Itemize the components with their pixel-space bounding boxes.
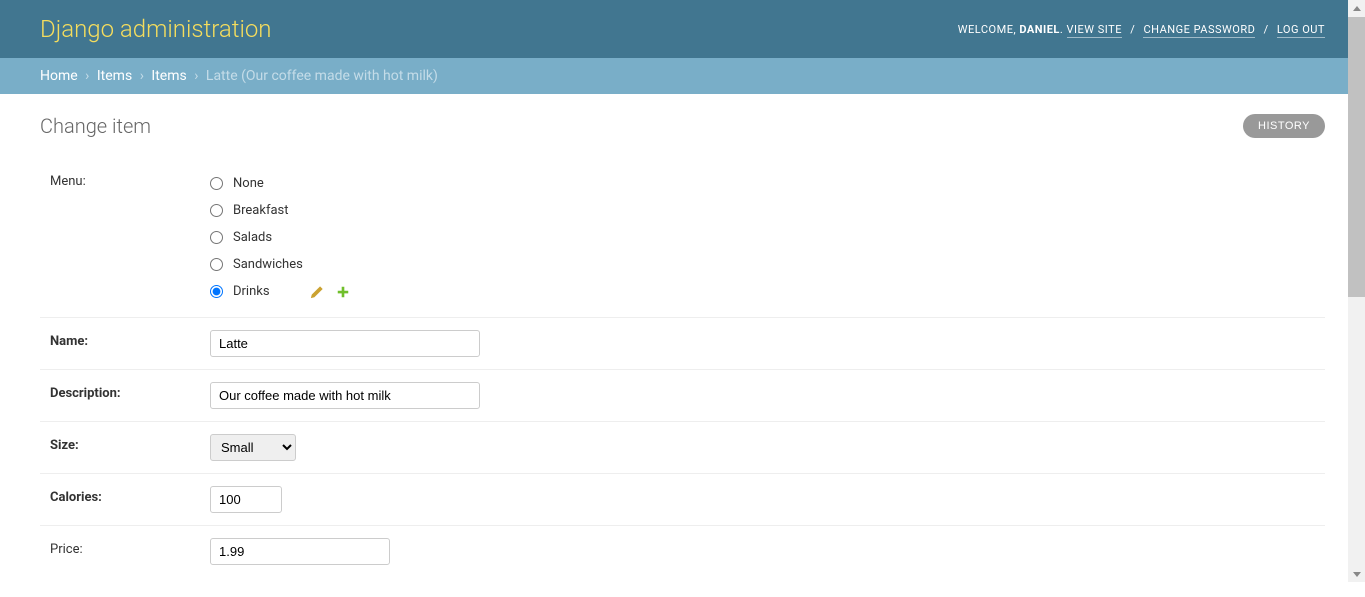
calories-input[interactable] — [210, 486, 282, 513]
description-input[interactable] — [210, 382, 480, 409]
menu-radio-none-label[interactable]: None — [233, 176, 264, 191]
field-row-calories: Calories: — [40, 474, 1325, 526]
scrollbar-thumb[interactable] — [1348, 17, 1365, 297]
add-icon[interactable] — [336, 285, 350, 299]
size-label: Size: — [50, 434, 210, 453]
breadcrumb-current: Latte (Our coffee made with hot milk) — [206, 68, 438, 84]
scrollbar[interactable] — [1348, 0, 1365, 582]
field-row-menu: Menu: None Breakfast Salads Sandwiches — [40, 158, 1325, 318]
menu-radio-breakfast-label[interactable]: Breakfast — [233, 203, 289, 218]
menu-radio-list: None Breakfast Salads Sandwiches Drinks — [210, 170, 1315, 305]
price-input[interactable] — [210, 538, 390, 565]
menu-radio-breakfast[interactable] — [210, 204, 223, 217]
calories-label: Calories: — [50, 486, 210, 505]
username: DANIEL — [1019, 23, 1060, 36]
content-header: Change item HISTORY — [40, 114, 1325, 138]
menu-radio-sandwiches-label[interactable]: Sandwiches — [233, 257, 303, 272]
admin-header: Django administration WELCOME, DANIEL. V… — [0, 0, 1365, 58]
menu-field: None Breakfast Salads Sandwiches Drinks — [210, 170, 1315, 305]
edit-icon[interactable] — [310, 285, 324, 299]
welcome-text: WELCOME, — [958, 23, 1020, 36]
menu-option-sandwiches: Sandwiches — [210, 251, 1315, 278]
menu-option-breakfast: Breakfast — [210, 197, 1315, 224]
field-row-name: Name: — [40, 318, 1325, 370]
change-password-link[interactable]: CHANGE PASSWORD — [1143, 23, 1255, 38]
scrollbar-up[interactable] — [1348, 0, 1365, 17]
breadcrumbs: Home › Items › Items › Latte (Our coffee… — [0, 58, 1365, 94]
page-title: Change item — [40, 114, 151, 138]
breadcrumb-home[interactable]: Home — [40, 68, 78, 84]
related-widget — [310, 285, 350, 299]
menu-radio-salads[interactable] — [210, 231, 223, 244]
scrollbar-down[interactable] — [1348, 565, 1365, 582]
name-input[interactable] — [210, 330, 480, 357]
menu-radio-drinks[interactable] — [210, 285, 223, 298]
logout-link[interactable]: LOG OUT — [1277, 23, 1325, 38]
branding-title[interactable]: Django administration — [40, 15, 272, 43]
size-select[interactable]: Small — [210, 434, 296, 461]
breadcrumb-app[interactable]: Items — [97, 68, 132, 84]
user-tools: WELCOME, DANIEL. VIEW SITE / CHANGE PASS… — [958, 23, 1325, 36]
menu-radio-none[interactable] — [210, 177, 223, 190]
menu-radio-salads-label[interactable]: Salads — [233, 230, 272, 245]
view-site-link[interactable]: VIEW SITE — [1067, 23, 1122, 38]
breadcrumb-model[interactable]: Items — [151, 68, 186, 84]
field-row-size: Size: Small — [40, 422, 1325, 474]
price-label: Price: — [50, 538, 210, 557]
menu-radio-drinks-label[interactable]: Drinks — [233, 284, 270, 299]
name-label: Name: — [50, 330, 210, 349]
menu-option-salads: Salads — [210, 224, 1315, 251]
description-label: Description: — [50, 382, 210, 401]
menu-radio-sandwiches[interactable] — [210, 258, 223, 271]
field-row-price: Price: — [40, 526, 1325, 577]
field-row-description: Description: — [40, 370, 1325, 422]
history-button[interactable]: HISTORY — [1243, 114, 1325, 138]
menu-option-none: None — [210, 170, 1315, 197]
menu-option-drinks: Drinks — [210, 278, 1315, 305]
content: Change item HISTORY Menu: None Breakfast… — [0, 94, 1365, 597]
menu-label: Menu: — [50, 170, 210, 189]
